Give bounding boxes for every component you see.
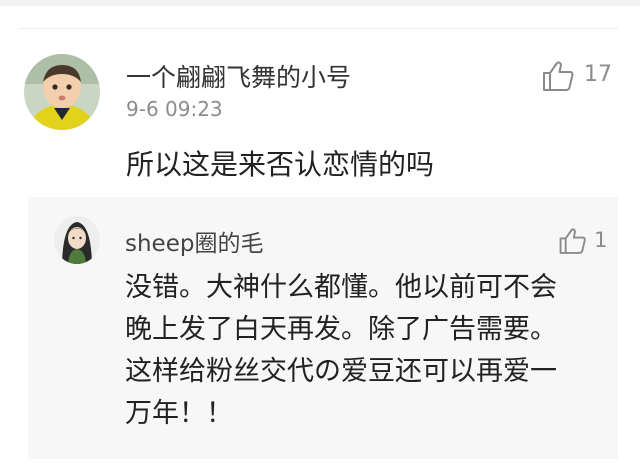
reply-text-line: 万年！！ (125, 398, 233, 429)
reply-text-line: 这样给粉丝交代の爱豆还可以再爱一 (125, 356, 557, 387)
divider (20, 28, 618, 29)
thumbs-up-icon[interactable] (541, 60, 575, 92)
reply-text-line: 没错。大神什么都懂。他以前可不会 (125, 272, 557, 303)
comment-timestamp: 9-6 09:23 (126, 97, 223, 121)
comment-username[interactable]: 一个翩翩飞舞的小号 (126, 58, 351, 94)
reply-avatar-image (54, 216, 100, 264)
thumbs-up-icon[interactable] (558, 227, 587, 255)
avatar-image (24, 54, 100, 130)
reply-like-count: 1 (594, 228, 608, 252)
comment-thread: 一个翩翩飞舞的小号 9-6 09:23 17 所以这是来否认恋情的吗 sheep… (0, 0, 640, 472)
avatar[interactable] (24, 54, 100, 130)
comment-text: 所以这是来否认恋情的吗 (126, 148, 435, 181)
reply-box: sheep圈的毛 1 没错。大神什么都懂。他以前可不会 晚上发了白天再发。除了广… (28, 197, 618, 459)
previous-item-edge (0, 0, 640, 6)
reply-username[interactable]: sheep圈的毛 (125, 224, 263, 258)
avatar[interactable] (54, 216, 100, 264)
reply-text-line: 晚上发了白天再发。除了广告需要。 (125, 314, 557, 345)
reply-text: 没错。大神什么都懂。他以前可不会 晚上发了白天再发。除了广告需要。 这样给粉丝交… (125, 267, 605, 435)
like-count: 17 (584, 62, 612, 87)
